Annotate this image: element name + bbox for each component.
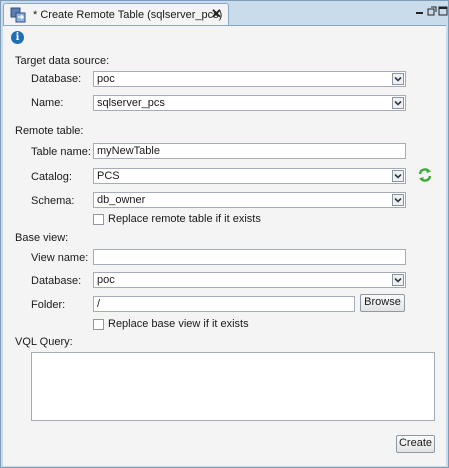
table-name-value: myNewTable — [97, 145, 160, 157]
close-icon[interactable]: ✕ — [211, 6, 222, 22]
view-name-input[interactable] — [93, 249, 406, 265]
minimize-icon[interactable] — [415, 6, 425, 16]
replace-base-view-checkbox[interactable] — [93, 319, 104, 330]
view-name-label: View name: — [31, 252, 89, 264]
schema-label: Schema: — [31, 195, 75, 207]
tab-create-remote-table[interactable]: * Create Remote Table (sqlserver_pcs) ✕ — [3, 3, 229, 26]
target-data-source-heading: Target data source: — [15, 55, 110, 67]
chevron-down-icon — [392, 194, 404, 206]
dialog-panel: i Target data source: Database: poc Name… — [3, 25, 446, 466]
base-database-label: Database: — [31, 275, 82, 287]
target-name-label: Name: — [31, 97, 64, 109]
restore-icon[interactable] — [427, 6, 437, 16]
catalog-select[interactable]: PCS — [93, 168, 406, 184]
table-name-input[interactable]: myNewTable — [93, 143, 406, 159]
target-database-select[interactable]: poc — [93, 71, 406, 87]
chevron-down-icon — [392, 73, 404, 85]
refresh-icon[interactable] — [417, 167, 433, 183]
tab-bar: * Create Remote Table (sqlserver_pcs) ✕ — [1, 1, 448, 26]
target-name-value: sqlserver_pcs — [97, 97, 165, 109]
folder-input[interactable]: / — [93, 296, 355, 312]
browse-button[interactable]: Browse — [360, 294, 405, 312]
base-database-select[interactable]: poc — [93, 272, 406, 288]
chevron-down-icon — [392, 274, 404, 286]
vql-query-textarea[interactable] — [31, 352, 435, 421]
replace-remote-table-label: Replace remote table if it exists — [108, 213, 261, 225]
chevron-down-icon — [392, 170, 404, 182]
remote-table-heading: Remote table: — [15, 125, 84, 137]
vql-query-label: VQL Query: — [15, 336, 73, 348]
maximize-icon[interactable] — [438, 6, 448, 16]
catalog-value: PCS — [97, 170, 120, 182]
base-view-heading: Base view: — [15, 232, 69, 244]
schema-value: db_owner — [97, 194, 146, 206]
base-database-value: poc — [97, 274, 115, 286]
replace-base-view-label: Replace base view if it exists — [108, 318, 249, 330]
folder-value: / — [97, 298, 101, 310]
folder-label: Folder: — [31, 299, 66, 311]
target-name-select[interactable]: sqlserver_pcs — [93, 95, 406, 111]
replace-remote-table-checkbox[interactable] — [93, 214, 104, 225]
table-name-label: Table name: — [31, 146, 91, 158]
schema-select[interactable]: db_owner — [93, 192, 406, 208]
target-database-label: Database: — [31, 73, 82, 85]
target-database-value: poc — [97, 73, 115, 85]
editor-window: * Create Remote Table (sqlserver_pcs) ✕ … — [0, 0, 449, 468]
info-icon[interactable]: i — [11, 31, 24, 44]
remote-table-icon — [10, 7, 26, 23]
chevron-down-icon — [392, 97, 404, 109]
tab-title: * Create Remote Table (sqlserver_pcs) — [33, 9, 223, 21]
create-button[interactable]: Create — [396, 435, 435, 453]
catalog-label: Catalog: — [31, 171, 72, 183]
